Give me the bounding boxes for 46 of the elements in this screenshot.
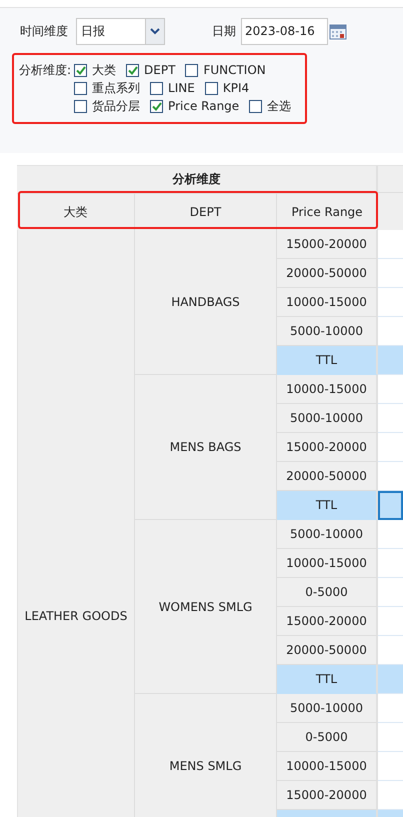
check-icon <box>128 66 138 74</box>
period-select[interactable]: 日报 <box>76 18 165 45</box>
range-cell: TTL <box>277 346 378 375</box>
calendar-icon[interactable] <box>329 24 347 40</box>
range-cell: 5000-10000 <box>277 317 378 346</box>
period-label: 时间维度 <box>20 23 68 40</box>
range-cell: 15000-20000 <box>277 781 378 810</box>
range-cell: 5000-10000 <box>277 404 378 433</box>
range-cell: 10000-15000 <box>277 288 378 317</box>
range-cell: 10000-15000 <box>277 375 378 404</box>
dimension-checkbox[interactable]: DEPT <box>126 63 176 77</box>
dimension-checkbox[interactable]: 全选 <box>249 98 292 114</box>
value-cell[interactable] <box>378 491 403 520</box>
range-cell: 15000-20000 <box>277 607 378 636</box>
range-cell: 10000-15000 <box>277 752 378 781</box>
range-cell: 10000-15000 <box>277 549 378 578</box>
dimension-checkbox[interactable]: LINE <box>150 81 195 95</box>
range-cell: TTL <box>277 491 378 520</box>
date-label: 日期 <box>212 23 236 40</box>
range-cell: 20000-50000 <box>277 259 378 288</box>
range-cell: 0-5000 <box>277 723 378 752</box>
dept-cell: WOMENS SMLG <box>135 520 277 694</box>
range-cell: 0-5000 <box>277 578 378 607</box>
range-cell: 5000-10000 <box>277 520 378 549</box>
dimension-checkbox[interactable]: 大类 <box>74 62 116 78</box>
check-icon <box>152 102 162 110</box>
dept-cell: HANDBAGS <box>135 230 277 375</box>
dept-cell: MENS SMLG <box>135 694 277 817</box>
category-cell: LEATHER GOODS <box>17 230 135 817</box>
dimension-checkbox[interactable]: 货品分层 <box>74 98 140 114</box>
range-cell: 15000-20000 <box>277 433 378 462</box>
range-cell: TTL <box>277 665 378 694</box>
check-icon <box>76 66 86 74</box>
group-header: 分析维度 <box>17 166 378 193</box>
chevron-down-icon <box>150 28 160 35</box>
date-field[interactable]: 2023-08-16 <box>241 18 328 45</box>
dimension-checkbox[interactable]: Price Range <box>150 99 240 113</box>
range-cell: 15000-20000 <box>277 230 378 259</box>
range-cell: 20000-50000 <box>277 462 378 491</box>
dept-cell: MENS BAGS <box>135 375 277 520</box>
dimension-checkbox[interactable]: FUNCTION <box>185 63 266 77</box>
dimension-checkbox[interactable]: 重点系列 <box>74 80 140 96</box>
range-cell: 20000-50000 <box>277 636 378 665</box>
range-cell: 5000-10000 <box>277 694 378 723</box>
dimension-checkbox[interactable]: KPI4 <box>204 81 250 95</box>
dimension-label: 分析维度: <box>19 62 72 79</box>
